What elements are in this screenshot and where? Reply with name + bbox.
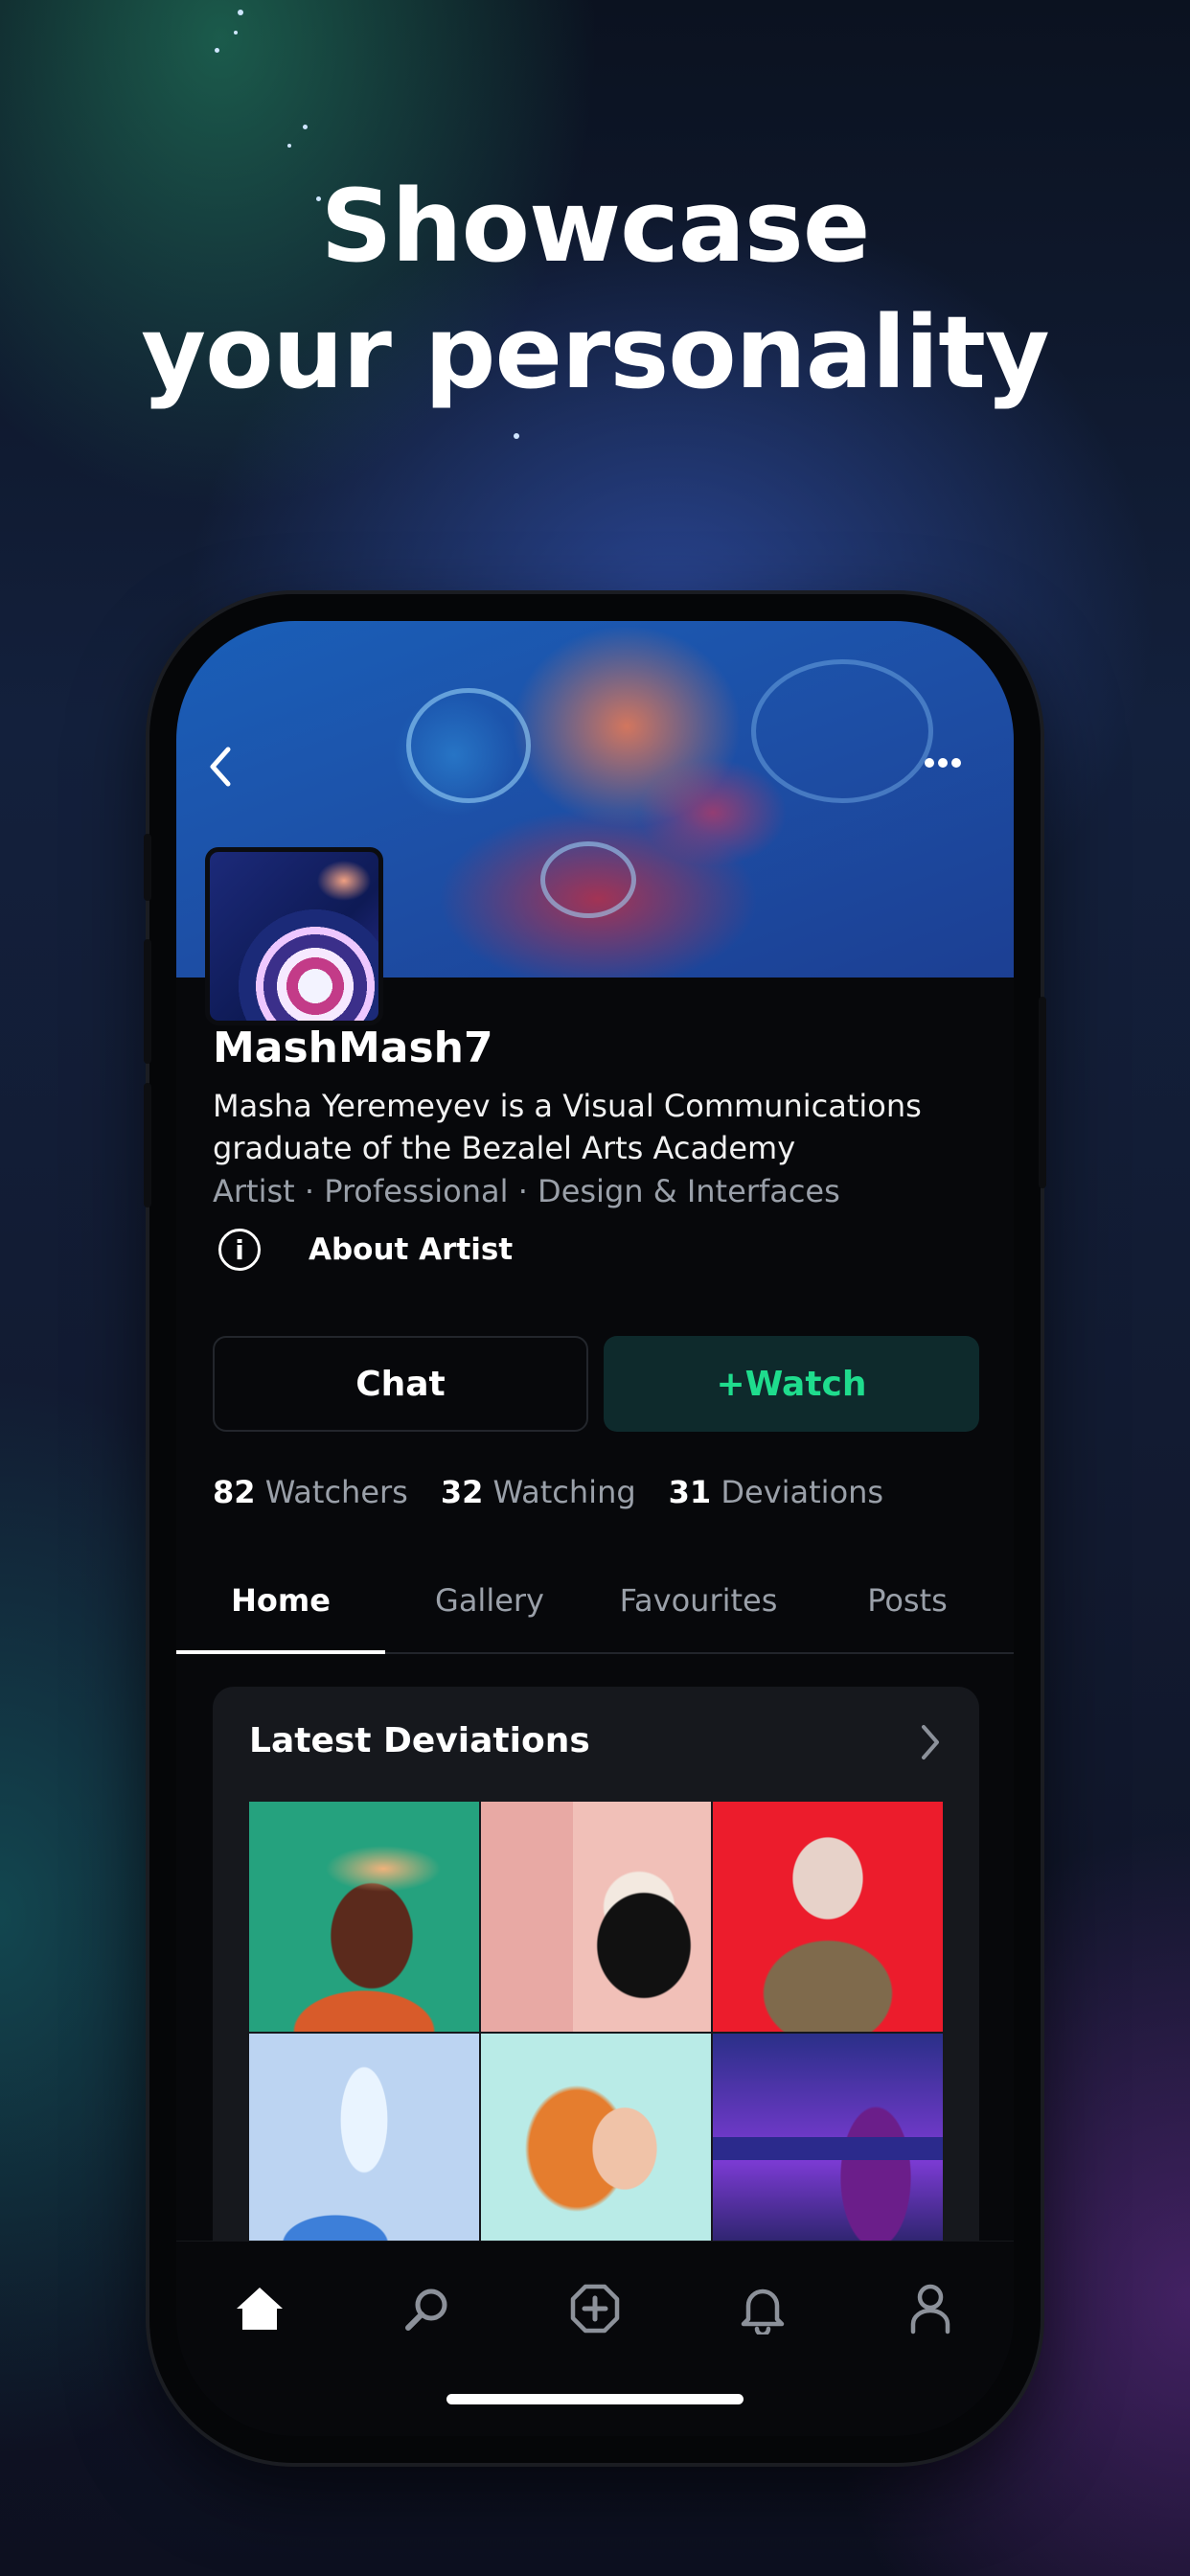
stat-watchers[interactable]: 82 Watchers bbox=[213, 1474, 408, 1510]
sparkle bbox=[215, 48, 219, 53]
stat-count: 31 bbox=[668, 1474, 712, 1510]
search-icon[interactable] bbox=[399, 2280, 456, 2337]
chevron-right-icon[interactable] bbox=[918, 1723, 941, 1771]
stat-count: 82 bbox=[213, 1474, 256, 1510]
deviation-grid bbox=[249, 1802, 943, 2264]
headline-line-1: Showcase bbox=[320, 168, 871, 285]
latest-deviations-card: Latest Deviations bbox=[213, 1687, 979, 2281]
phone-side-button bbox=[144, 834, 151, 901]
watch-button[interactable]: +Watch bbox=[604, 1336, 979, 1432]
deviation-thumbnail[interactable] bbox=[481, 2034, 711, 2264]
tab-favourites[interactable]: Favourites bbox=[594, 1552, 803, 1652]
deviation-thumbnail[interactable] bbox=[249, 2034, 479, 2264]
deviation-thumbnail[interactable] bbox=[249, 1802, 479, 2032]
profile-avatar[interactable] bbox=[205, 847, 383, 1025]
tab-gallery[interactable]: Gallery bbox=[385, 1552, 594, 1652]
latest-deviations-title: Latest Deviations bbox=[249, 1721, 590, 1760]
headline-line-2: your personality bbox=[141, 294, 1049, 411]
profile-icon[interactable] bbox=[902, 2280, 959, 2337]
stat-label: Watchers bbox=[264, 1474, 408, 1510]
bottom-tab-bar bbox=[176, 2241, 1014, 2436]
sparkle bbox=[238, 10, 243, 15]
tab-home[interactable]: Home bbox=[176, 1552, 385, 1654]
stat-label: Watching bbox=[492, 1474, 636, 1510]
profile-tags: Artist · Professional · Design & Interfa… bbox=[213, 1173, 840, 1209]
more-horizontal-icon bbox=[925, 758, 961, 768]
about-artist-label: About Artist bbox=[309, 1232, 514, 1267]
sparkle bbox=[514, 433, 519, 439]
profile-username: MashMash7 bbox=[213, 1024, 493, 1072]
deviation-thumbnail[interactable] bbox=[713, 1802, 943, 2032]
chat-button[interactable]: Chat bbox=[213, 1336, 588, 1432]
stat-deviations[interactable]: 31 Deviations bbox=[669, 1474, 883, 1510]
sparkle bbox=[234, 31, 238, 34]
home-icon[interactable] bbox=[231, 2280, 288, 2337]
phone-side-button bbox=[144, 1083, 151, 1208]
deviation-thumbnail[interactable] bbox=[481, 1802, 711, 2032]
stat-watching[interactable]: 32 Watching bbox=[441, 1474, 636, 1510]
app-screen: MashMash7 Masha Yeremeyev is a Visual Co… bbox=[176, 621, 1014, 2436]
profile-bio: Masha Yeremeyev is a Visual Communicatio… bbox=[213, 1088, 922, 1166]
banner-stroke bbox=[406, 688, 531, 803]
chevron-left-icon bbox=[210, 747, 231, 787]
sparkle bbox=[287, 144, 291, 148]
phone-frame: MashMash7 Masha Yeremeyev is a Visual Co… bbox=[144, 594, 1046, 2463]
tab-posts[interactable]: Posts bbox=[803, 1552, 1012, 1652]
phone-side-button bbox=[144, 939, 151, 1064]
profile-tabs: Home Gallery Favourites Posts bbox=[176, 1552, 1014, 1654]
more-options-button[interactable] bbox=[924, 755, 962, 773]
stat-count: 32 bbox=[440, 1474, 484, 1510]
home-indicator bbox=[446, 2394, 744, 2404]
banner-stroke bbox=[540, 841, 636, 918]
about-artist-link[interactable]: i About Artist bbox=[218, 1229, 513, 1271]
back-button[interactable] bbox=[205, 744, 236, 794]
sparkle bbox=[303, 125, 308, 129]
stat-label: Deviations bbox=[721, 1474, 884, 1510]
banner-stroke bbox=[751, 659, 933, 803]
phone-side-button bbox=[1039, 997, 1046, 1188]
create-icon[interactable] bbox=[566, 2280, 624, 2337]
profile-stats: 82 Watchers 32 Watching 31 Deviations bbox=[213, 1474, 916, 1510]
bell-icon[interactable] bbox=[734, 2280, 791, 2337]
deviation-thumbnail[interactable] bbox=[713, 2034, 943, 2264]
info-icon: i bbox=[218, 1229, 261, 1271]
promo-headline: Showcase your personality bbox=[0, 163, 1190, 416]
